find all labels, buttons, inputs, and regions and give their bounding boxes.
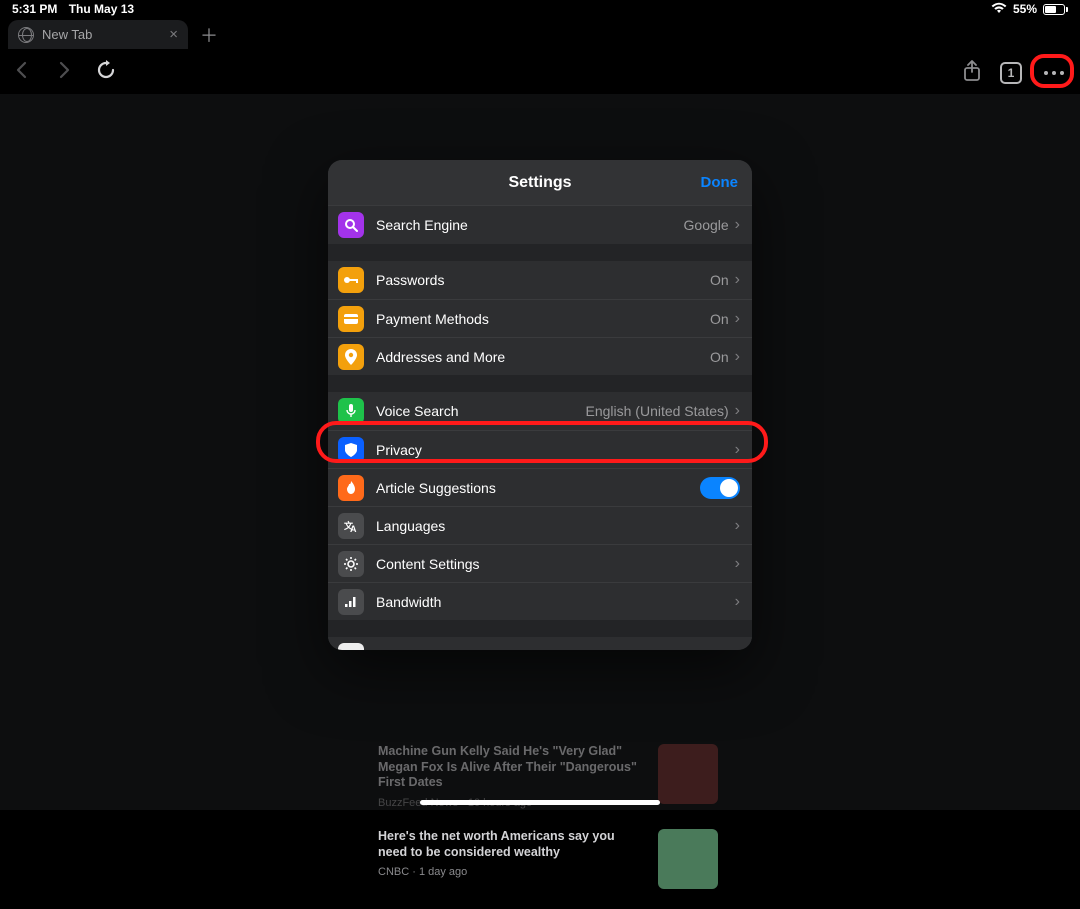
status-time: 5:31 PM bbox=[12, 2, 57, 16]
news-card[interactable]: Here's the net worth Americans say you n… bbox=[378, 829, 718, 889]
search-icon bbox=[338, 212, 364, 238]
chevron-right-icon: › bbox=[735, 555, 740, 573]
back-button[interactable] bbox=[12, 60, 32, 86]
globe-icon bbox=[18, 27, 34, 43]
chevron-right-icon: › bbox=[735, 402, 740, 420]
row-bandwidth[interactable]: Bandwidth › bbox=[328, 582, 752, 620]
row-voice-search[interactable]: Voice Search English (United States) › bbox=[328, 392, 752, 430]
flame-icon bbox=[338, 475, 364, 501]
chevron-right-icon: › bbox=[735, 517, 740, 535]
wifi-icon bbox=[991, 2, 1007, 17]
chevron-right-icon: › bbox=[735, 348, 740, 366]
row-payment-methods[interactable]: Payment Methods On › bbox=[328, 299, 752, 337]
card-icon bbox=[338, 306, 364, 332]
toolbar: 1 bbox=[0, 52, 1080, 94]
close-icon[interactable]: × bbox=[169, 26, 178, 43]
tab-title: New Tab bbox=[42, 27, 92, 42]
mic-icon bbox=[338, 398, 364, 424]
row-search-engine[interactable]: Search Engine Google › bbox=[328, 206, 752, 244]
row-addresses[interactable]: Addresses and More On › bbox=[328, 337, 752, 375]
new-tab-button[interactable]: ＋ bbox=[200, 22, 218, 48]
pin-icon bbox=[338, 344, 364, 370]
row-languages[interactable]: 文A Languages › bbox=[328, 506, 752, 544]
info-icon: i bbox=[338, 643, 364, 650]
tab-bar: New Tab × ＋ bbox=[8, 20, 218, 49]
row-privacy[interactable]: Privacy › bbox=[328, 430, 752, 468]
article-suggestions-toggle[interactable] bbox=[700, 477, 740, 499]
row-article-suggestions[interactable]: Article Suggestions bbox=[328, 468, 752, 506]
done-button[interactable]: Done bbox=[701, 160, 739, 205]
home-indicator bbox=[420, 800, 660, 805]
chevron-right-icon: › bbox=[735, 271, 740, 289]
sheet-title: Settings bbox=[508, 174, 571, 192]
tabs-count-button[interactable]: 1 bbox=[1000, 62, 1022, 84]
news-thumb bbox=[658, 829, 718, 889]
reload-button[interactable] bbox=[96, 60, 116, 86]
chevron-right-icon: › bbox=[735, 647, 740, 650]
settings-sheet: Settings Done Search Engine Google › Pas… bbox=[328, 160, 752, 650]
more-menu-button[interactable] bbox=[1040, 67, 1068, 79]
sheet-header: Settings Done bbox=[328, 160, 752, 206]
battery-icon bbox=[1043, 4, 1068, 15]
row-google-chrome[interactable]: i Google Chrome › bbox=[328, 637, 752, 650]
chevron-right-icon: › bbox=[735, 593, 740, 611]
chevron-right-icon: › bbox=[735, 310, 740, 328]
forward-button[interactable] bbox=[54, 60, 74, 86]
row-content-settings[interactable]: Content Settings › bbox=[328, 544, 752, 582]
row-passwords[interactable]: Passwords On › bbox=[328, 261, 752, 299]
share-button[interactable] bbox=[962, 60, 982, 87]
translate-icon: 文A bbox=[338, 513, 364, 539]
signal-icon bbox=[338, 589, 364, 615]
chevron-right-icon: › bbox=[735, 441, 740, 459]
browser-tab[interactable]: New Tab × bbox=[8, 20, 188, 49]
news-title: Here's the net worth Americans say you n… bbox=[378, 829, 644, 860]
status-date: Thu May 13 bbox=[69, 2, 134, 16]
news-meta: CNBC · 1 day ago bbox=[378, 866, 644, 878]
svg-text:A: A bbox=[350, 524, 357, 533]
status-bar: 5:31 PM Thu May 13 55% bbox=[0, 0, 1080, 18]
battery-percent: 55% bbox=[1013, 2, 1037, 16]
key-icon bbox=[338, 267, 364, 293]
chevron-right-icon: › bbox=[735, 216, 740, 234]
shield-icon bbox=[338, 437, 364, 463]
gear-icon bbox=[338, 551, 364, 577]
